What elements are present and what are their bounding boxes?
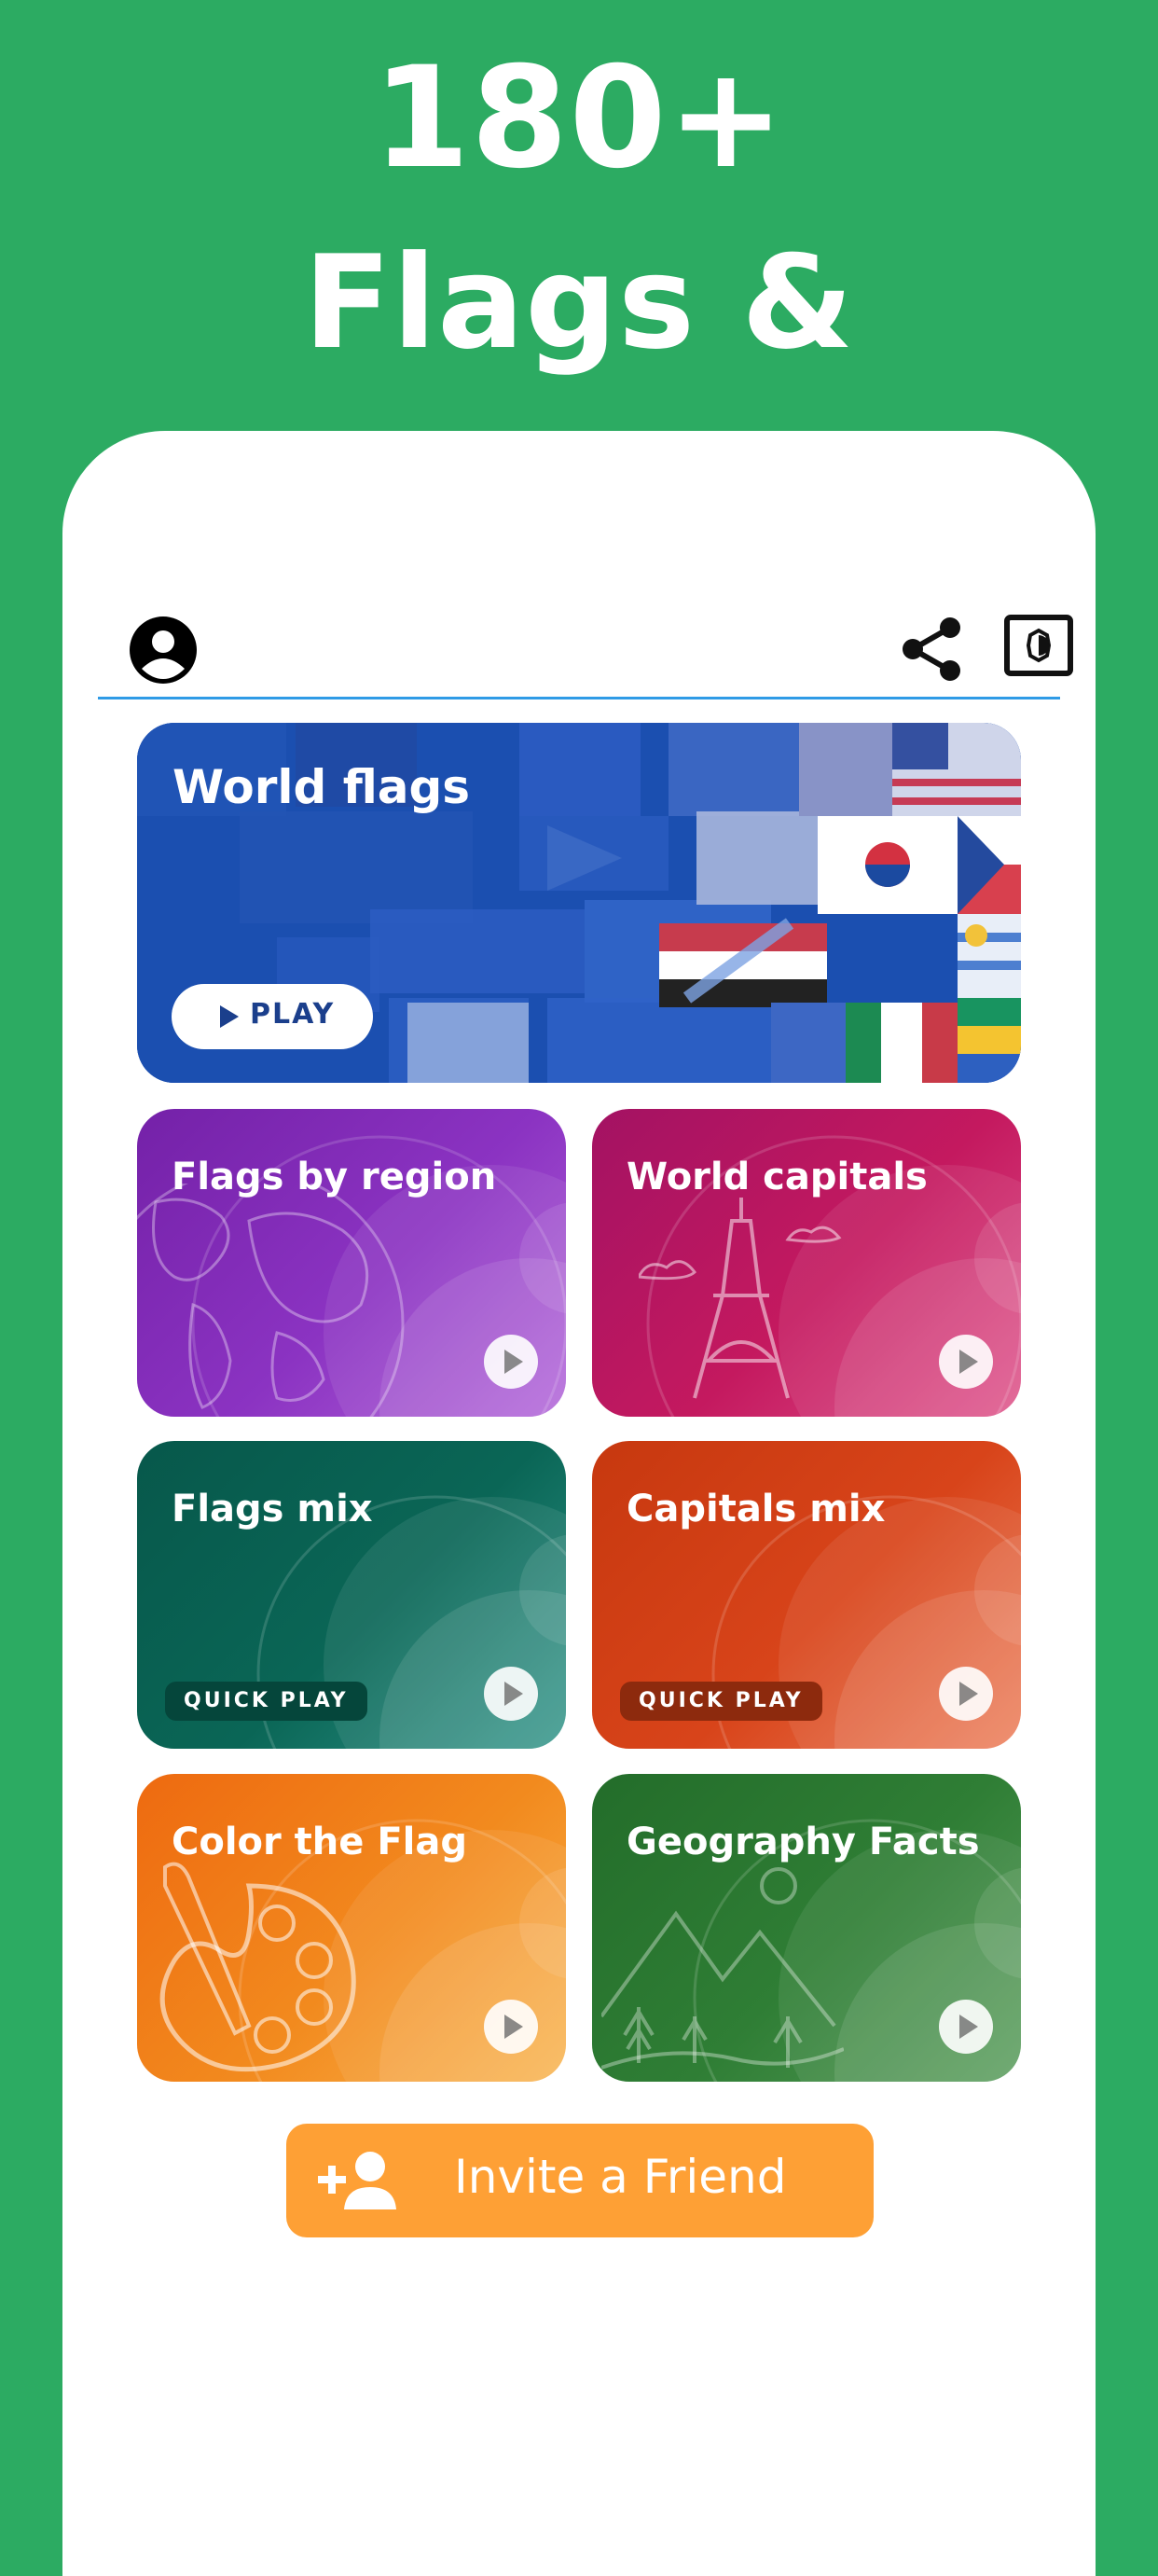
promo-count: 180+ bbox=[372, 37, 786, 200]
quick-play-badge: QUICK PLAY bbox=[165, 1682, 367, 1721]
play-icon[interactable] bbox=[939, 1667, 993, 1721]
color-the-flag-title: Color the Flag bbox=[172, 1821, 467, 1863]
geography-facts-card[interactable]: Geography Facts bbox=[592, 1774, 1021, 2082]
theme-toggle-icon[interactable] bbox=[1004, 615, 1073, 676]
color-the-flag-card[interactable]: Color the Flag bbox=[137, 1774, 566, 2082]
add-person-icon bbox=[318, 2152, 396, 2209]
play-label: PLAY bbox=[250, 998, 336, 1031]
app-screen: World flags PLAY Flags by region World c… bbox=[62, 431, 1096, 2576]
play-icon[interactable] bbox=[939, 2000, 993, 2054]
play-button[interactable]: PLAY bbox=[172, 984, 373, 1049]
world-flags-card[interactable]: World flags PLAY bbox=[137, 723, 1021, 1083]
capitals-mix-card[interactable]: Capitals mix QUICK PLAY bbox=[592, 1441, 1021, 1749]
flags-by-region-title: Flags by region bbox=[172, 1156, 497, 1198]
capitals-mix-title: Capitals mix bbox=[627, 1488, 886, 1530]
share-icon[interactable] bbox=[900, 615, 965, 684]
mountains-trees-icon bbox=[601, 1867, 844, 2070]
play-icon[interactable] bbox=[484, 1335, 538, 1389]
eiffel-tower-icon bbox=[639, 1198, 842, 1399]
world-map-icon bbox=[137, 1184, 405, 1417]
paint-palette-icon bbox=[159, 1862, 356, 2072]
invite-label: Invite a Friend bbox=[454, 2150, 787, 2204]
profile-icon[interactable] bbox=[126, 613, 200, 687]
world-flags-title: World flags bbox=[172, 760, 471, 814]
quick-play-badge: QUICK PLAY bbox=[620, 1682, 822, 1721]
flags-mix-title: Flags mix bbox=[172, 1488, 373, 1530]
flags-by-region-card[interactable]: Flags by region bbox=[137, 1109, 566, 1417]
play-icon[interactable] bbox=[484, 1667, 538, 1721]
play-icon bbox=[220, 1005, 239, 1028]
invite-friend-button[interactable]: Invite a Friend bbox=[286, 2124, 874, 2237]
world-capitals-title: World capitals bbox=[627, 1156, 928, 1198]
flags-mix-card[interactable]: Flags mix QUICK PLAY bbox=[137, 1441, 566, 1749]
world-capitals-card[interactable]: World capitals bbox=[592, 1109, 1021, 1417]
top-bar bbox=[98, 613, 1073, 699]
play-icon[interactable] bbox=[939, 1335, 993, 1389]
play-icon[interactable] bbox=[484, 2000, 538, 2054]
geography-facts-title: Geography Facts bbox=[627, 1821, 980, 1863]
